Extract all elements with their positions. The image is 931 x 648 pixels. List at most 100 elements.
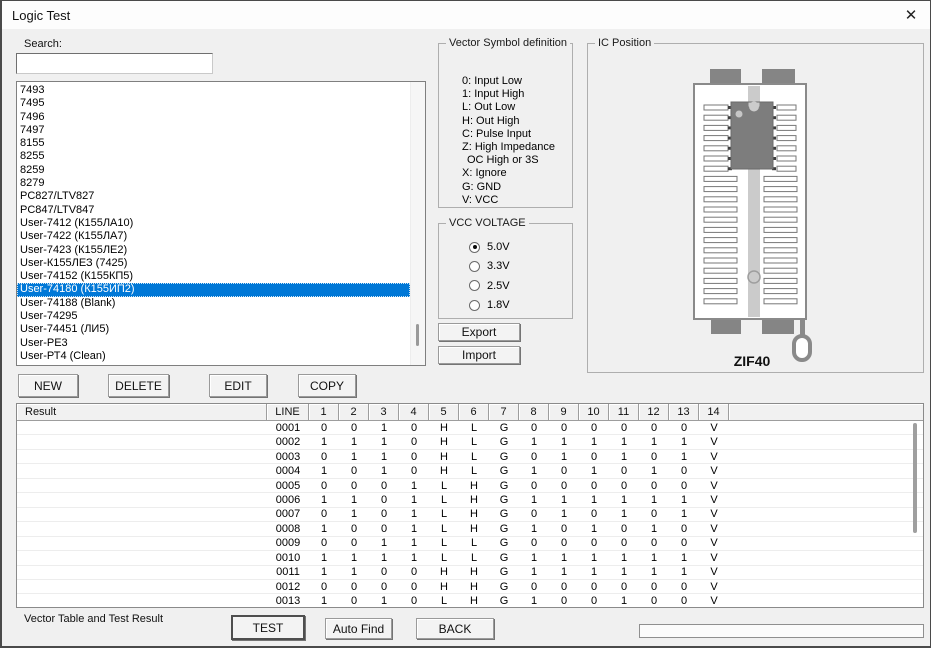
vector-value-cell: 0 — [549, 480, 579, 492]
vector-row-0009[interactable]: 00090011LLG000000V — [17, 537, 923, 551]
vector-row-0008[interactable]: 00081001LHG101010V — [17, 522, 923, 536]
vector-value-cell: H — [429, 436, 459, 448]
vcc-voltage-group: VCC VOLTAGE 5.0V3.3V2.5V1.8V — [438, 223, 573, 319]
list-item[interactable]: User-7422 (К155ЛА7) — [17, 230, 410, 243]
edit-button[interactable]: EDIT — [209, 374, 267, 397]
vector-symbol-line: Z: High Impedance — [462, 141, 555, 154]
listbox-scrollbar[interactable] — [410, 82, 425, 365]
column-header-pin-4: 4 — [399, 404, 429, 421]
vector-value-cell: 0 — [369, 494, 399, 506]
column-header-pin-3: 3 — [369, 404, 399, 421]
list-item[interactable]: 7497 — [17, 124, 410, 137]
list-item[interactable]: 7496 — [17, 111, 410, 124]
vector-row-0003[interactable]: 00030110HLG010101V — [17, 450, 923, 464]
vector-value-cell: 0 — [309, 508, 339, 520]
list-item[interactable]: User-74295 — [17, 310, 410, 323]
vector-row-0013[interactable]: 00131010LHG100100V — [17, 594, 923, 608]
search-input[interactable] — [16, 53, 213, 74]
export-button[interactable]: Export — [438, 323, 520, 341]
new-button[interactable]: NEW — [18, 374, 78, 397]
socket-pin — [704, 258, 737, 263]
delete-button[interactable]: DELETE — [108, 374, 169, 397]
list-item[interactable]: 8255 — [17, 150, 410, 163]
vector-value-cell: 0 — [609, 581, 639, 593]
vector-row-0007[interactable]: 00070101LHG010101V — [17, 508, 923, 522]
vector-value-cell: 0 — [399, 566, 429, 578]
radio-icon[interactable] — [469, 261, 480, 272]
vector-symbol-line: G: GND — [462, 181, 555, 194]
list-item[interactable]: User-74188 (Blank) — [17, 297, 410, 310]
vector-value-cell: 1 — [579, 436, 609, 448]
table-scrollbar-thumb[interactable] — [913, 423, 917, 533]
auto-find-button[interactable]: Auto Find — [325, 618, 392, 639]
vector-value-cell: G — [489, 508, 519, 520]
vector-value-cell: 0 — [519, 480, 549, 492]
close-icon[interactable]: ✕ — [900, 5, 922, 25]
vector-value-cell: 1 — [549, 552, 579, 564]
list-item[interactable]: User-74152 (К155КП5) — [17, 270, 410, 283]
vector-value-cell: 1 — [369, 552, 399, 564]
list-item[interactable]: 7495 — [17, 97, 410, 110]
vector-table[interactable]: ResultLINE1234567891011121314 00010010HL… — [16, 403, 924, 608]
ic-listbox[interactable]: 74937495749674978155825582598279PC827/LT… — [16, 81, 426, 366]
socket-pin — [704, 146, 728, 151]
list-item[interactable]: 8279 — [17, 177, 410, 190]
socket-pin — [704, 278, 737, 283]
list-item[interactable]: User-7423 (К155ЛЕ2) — [17, 244, 410, 257]
radio-icon[interactable] — [469, 280, 480, 291]
import-button[interactable]: Import — [438, 346, 520, 364]
list-item[interactable]: User-7412 (К155ЛА10) — [17, 217, 410, 230]
socket-pin — [777, 156, 796, 161]
socket-pin — [704, 289, 737, 294]
vector-row-0011[interactable]: 00111100HHG111111V — [17, 566, 923, 580]
radio-icon[interactable] — [469, 300, 480, 311]
vcc-option-1.8V[interactable]: 1.8V — [469, 299, 510, 311]
column-header-pin-13: 13 — [669, 404, 699, 421]
vector-row-0006[interactable]: 00061101LHG111111V — [17, 493, 923, 507]
vector-value-cell: 1 — [609, 566, 639, 578]
list-item[interactable]: User-К155ЛЕЗ (7425) — [17, 257, 410, 270]
vcc-option-5.0V[interactable]: 5.0V — [469, 241, 510, 253]
vector-value-cell: H — [429, 581, 459, 593]
vector-row-0005[interactable]: 00050001LHG000000V — [17, 479, 923, 493]
vector-value-cell: V — [699, 523, 729, 535]
list-item[interactable]: 7493 — [17, 84, 410, 97]
vector-value-cell: 0 — [399, 595, 429, 607]
list-item[interactable]: User-74451 (ЛИ5) — [17, 323, 410, 336]
vector-row-0010[interactable]: 00101111LLG111111V — [17, 551, 923, 565]
vector-row-0001[interactable]: 00010010HLG000000V — [17, 421, 923, 435]
test-button[interactable]: TEST — [231, 615, 305, 640]
list-item[interactable]: User-РЕ3 — [17, 337, 410, 350]
socket-pin — [704, 115, 728, 120]
list-item-selected[interactable]: User-74180 (К155ИП2) — [17, 283, 410, 296]
socket-pin — [704, 125, 728, 130]
vector-row-0004[interactable]: 00041010HLG101010V — [17, 464, 923, 478]
copy-button[interactable]: COPY — [298, 374, 356, 397]
list-item[interactable]: 8155 — [17, 137, 410, 150]
line-number-cell: 0005 — [267, 480, 309, 492]
vector-value-cell: G — [489, 537, 519, 549]
vector-value-cell: 0 — [609, 465, 639, 477]
vector-value-cell: 0 — [369, 566, 399, 578]
vcc-option-3.3V[interactable]: 3.3V — [469, 260, 510, 272]
list-item[interactable]: 8259 — [17, 164, 410, 177]
vcc-option-2.5V[interactable]: 2.5V — [469, 280, 510, 292]
vector-value-cell: 0 — [519, 451, 549, 463]
vector-value-cell: 1 — [519, 552, 549, 564]
vector-value-cell: H — [429, 451, 459, 463]
vector-row-0002[interactable]: 00021110HLG111111V — [17, 435, 923, 449]
ic-position-group: IC Position ZIF40 — [587, 43, 924, 373]
vector-value-cell: G — [489, 581, 519, 593]
vector-table-body: 00010010HLG000000V00021110HLG111111V0003… — [17, 421, 923, 608]
column-header-pin-2: 2 — [339, 404, 369, 421]
socket-pin — [764, 289, 797, 294]
listbox-scrollbar-thumb[interactable] — [416, 324, 419, 346]
list-item[interactable]: PC847/LTV847 — [17, 204, 410, 217]
vector-value-cell: 1 — [579, 566, 609, 578]
vector-row-0012[interactable]: 00120000HHG000000V — [17, 580, 923, 594]
list-item[interactable]: PC827/LTV827 — [17, 190, 410, 203]
back-button[interactable]: BACK — [416, 618, 494, 639]
radio-icon[interactable] — [469, 242, 480, 253]
column-header-pin-5: 5 — [429, 404, 459, 421]
list-item[interactable]: User-РТ4 (Clean) — [17, 350, 410, 363]
